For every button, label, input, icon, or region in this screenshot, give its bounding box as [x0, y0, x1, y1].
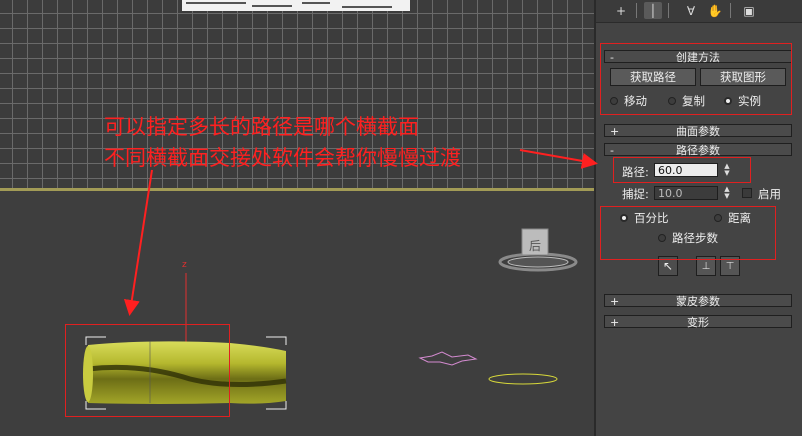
display-tab[interactable]: ▣ — [740, 2, 758, 19]
rollout-title: 变形 — [687, 316, 709, 329]
rollout-title: 路径参数 — [676, 144, 720, 157]
motion-tab[interactable]: ✋ — [706, 2, 724, 19]
modify-icon: │ — [649, 3, 657, 18]
prev-shape-icon: ⊥ — [701, 260, 711, 272]
circle-shape-spline — [488, 373, 558, 385]
rollout-title: 蒙皮参数 — [676, 295, 720, 308]
collapse-icon: - — [610, 144, 614, 157]
display-icon: ▣ — [743, 3, 755, 18]
rollout-title: 曲面参数 — [676, 125, 720, 138]
snap-spinner[interactable]: ▲ ▼ — [722, 186, 732, 200]
highlight-creation-method — [600, 43, 792, 115]
command-panel-tabs: + │ ∀ ✋ ▣ — [596, 0, 802, 23]
enable-checkbox[interactable] — [742, 188, 752, 198]
annotation-line-1: 可以指定多长的路径是哪个横截面 — [104, 115, 419, 139]
rollout-skin-params[interactable]: + 蒙皮参数 — [604, 294, 792, 308]
star-shape-spline — [418, 351, 478, 366]
viewport-label-strip — [182, 0, 410, 11]
rollout-surface-params[interactable]: + 曲面参数 — [604, 124, 792, 138]
highlight-loft-object — [65, 324, 230, 417]
snap-value-field[interactable]: 10.0 — [654, 186, 718, 200]
create-icon: + — [615, 3, 627, 18]
next-shape-icon: ⊤ — [725, 260, 735, 272]
create-tab[interactable]: + — [612, 2, 630, 19]
z-axis-label: z — [182, 260, 187, 270]
highlight-path-field — [613, 157, 751, 183]
snap-label: 捕捉: — [622, 187, 649, 201]
rollout-deformation[interactable]: + 变形 — [604, 315, 792, 329]
highlight-path-options — [600, 206, 776, 260]
pick-arrow-icon: ↖ — [662, 259, 674, 273]
hierarchy-tab[interactable]: ∀ — [682, 2, 700, 19]
expand-icon: + — [610, 125, 620, 138]
motion-icon: ✋ — [707, 3, 723, 18]
viewcube-label: 后 — [529, 239, 542, 253]
annotation-line-2: 不同横截面交接处软件会帮你慢慢过渡 — [104, 146, 461, 170]
modify-tab[interactable]: │ — [644, 2, 662, 19]
hierarchy-icon: ∀ — [686, 3, 696, 18]
expand-icon: + — [610, 316, 620, 329]
rollout-path-params[interactable]: - 路径参数 — [604, 143, 792, 157]
enable-label: 启用 — [758, 187, 781, 201]
expand-icon: + — [610, 295, 620, 308]
